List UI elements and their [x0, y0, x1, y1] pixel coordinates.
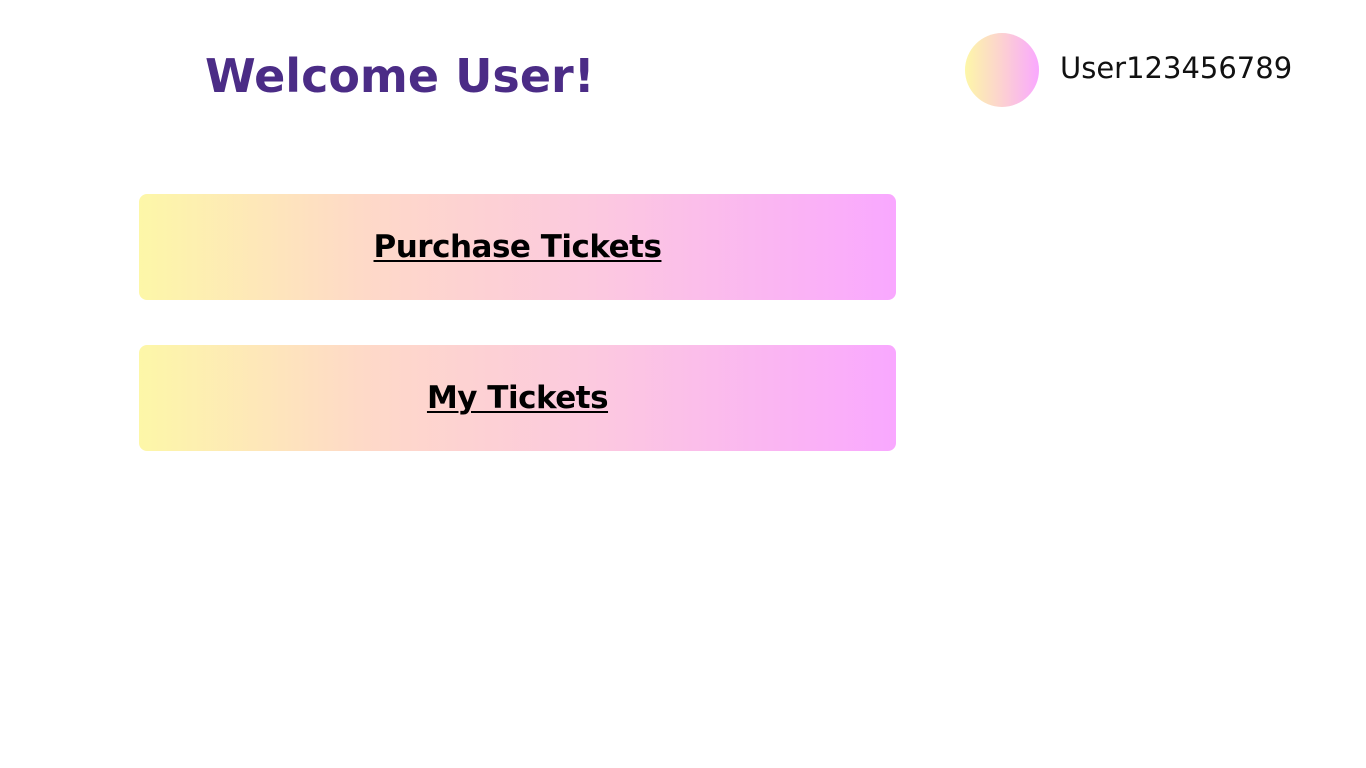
- user-profile[interactable]: User123456789: [965, 33, 1292, 107]
- purchase-tickets-label[interactable]: Purchase Tickets: [374, 227, 662, 267]
- purchase-tickets-button[interactable]: Purchase Tickets: [139, 194, 896, 300]
- welcome-title: Welcome User!: [205, 49, 595, 103]
- home-page: Welcome User! User123456789 Purchase Tic…: [0, 0, 1366, 768]
- my-tickets-label[interactable]: My Tickets: [427, 378, 609, 418]
- my-tickets-button[interactable]: My Tickets: [139, 345, 896, 451]
- avatar[interactable]: [965, 33, 1039, 107]
- username-label: User123456789: [1060, 51, 1293, 85]
